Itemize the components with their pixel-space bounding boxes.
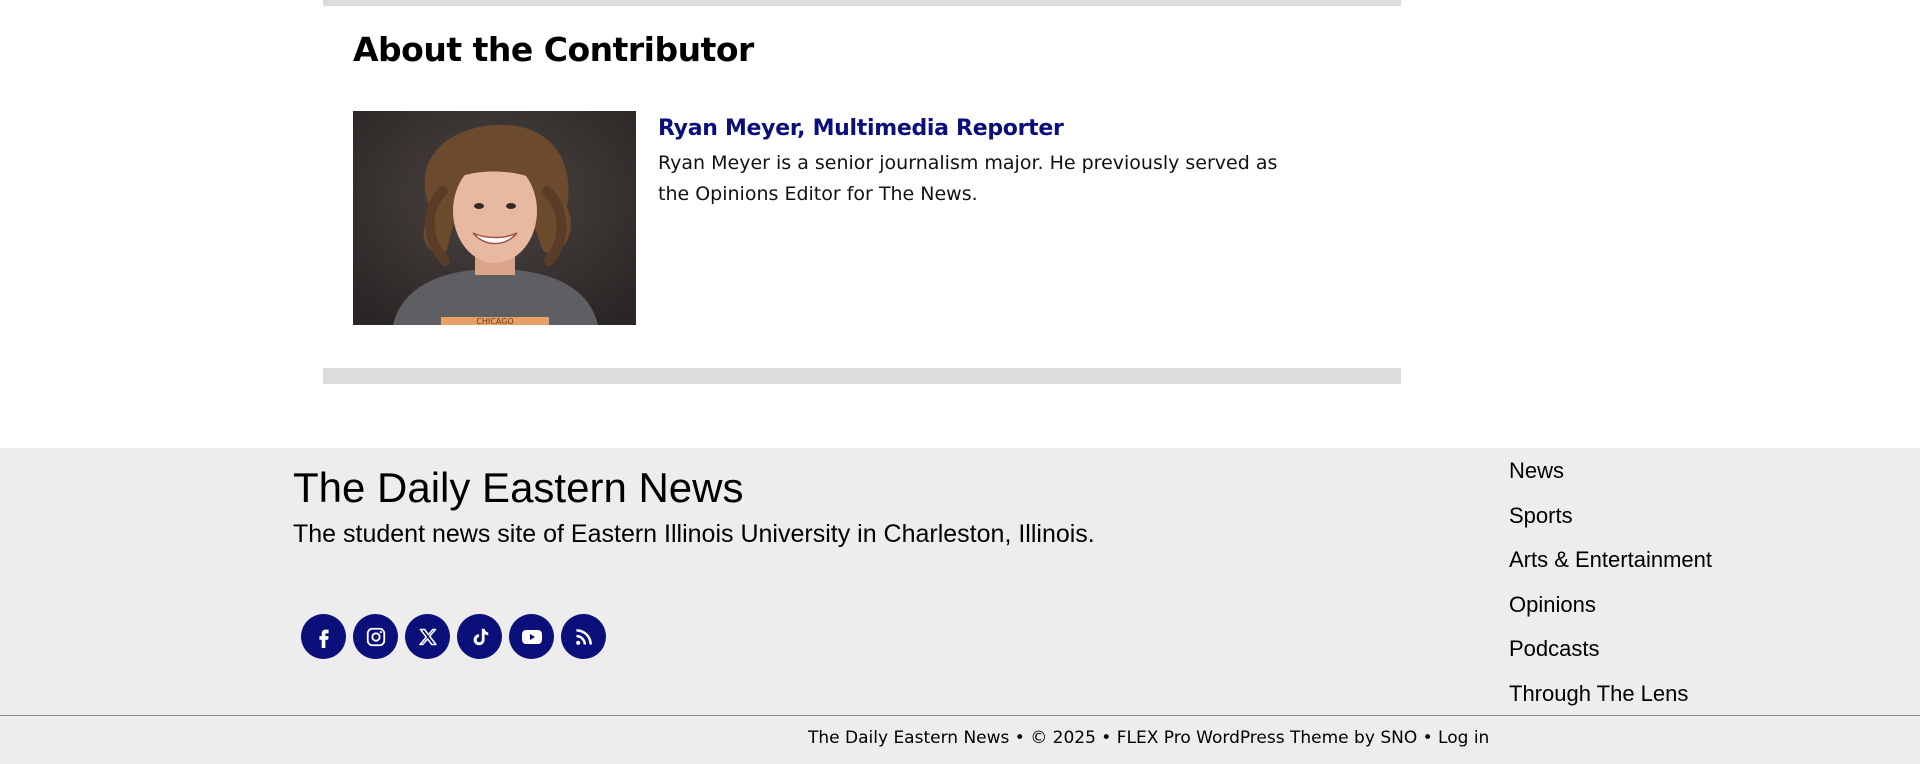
separator: • xyxy=(1417,728,1439,748)
footer-nav-through-the-lens[interactable]: Through The Lens xyxy=(1509,681,1688,707)
copyright-line: The Daily Eastern News • © 2025 • FLEX P… xyxy=(808,728,1489,748)
footer-nav-podcasts[interactable]: Podcasts xyxy=(1509,636,1600,662)
footer-tagline: The student news site of Eastern Illinoi… xyxy=(293,520,1095,548)
footer-nav-sports[interactable]: Sports xyxy=(1509,503,1573,529)
login-link[interactable]: Log in xyxy=(1438,728,1489,748)
sno-link[interactable]: SNO xyxy=(1380,728,1417,748)
footer-divider xyxy=(0,715,1920,716)
rss-icon[interactable] xyxy=(561,614,606,659)
footer-nav: News Sports Arts & Entertainment Opinion… xyxy=(1509,458,1712,725)
footer-site-name[interactable]: The Daily Eastern News xyxy=(293,464,744,512)
section-bottom-divider xyxy=(323,368,1401,384)
footer-nav-opinions[interactable]: Opinions xyxy=(1509,592,1596,618)
instagram-icon[interactable] xyxy=(353,614,398,659)
social-links xyxy=(301,614,606,659)
by-text: by xyxy=(1348,728,1381,748)
youtube-icon[interactable] xyxy=(509,614,554,659)
copyright-site-link[interactable]: The Daily Eastern News xyxy=(808,728,1009,748)
footer-nav-arts-entertainment[interactable]: Arts & Entertainment xyxy=(1509,547,1712,573)
contributor-photo[interactable]: CHICAGO xyxy=(353,111,636,325)
separator: • xyxy=(1095,728,1117,748)
section-top-divider xyxy=(323,0,1401,6)
separator: • xyxy=(1009,728,1031,748)
x-icon[interactable] xyxy=(405,614,450,659)
svg-text:CHICAGO: CHICAGO xyxy=(476,317,513,325)
contributor-bio: Ryan Meyer is a senior journalism major.… xyxy=(658,152,1278,205)
facebook-icon[interactable] xyxy=(301,614,346,659)
section-title: About the Contributor xyxy=(353,30,754,69)
footer-nav-news[interactable]: News xyxy=(1509,458,1564,484)
copyright-year: © 2025 xyxy=(1030,728,1096,748)
contributor-name-link[interactable]: Ryan Meyer, Multimedia Reporter xyxy=(658,116,1064,141)
site-footer: The Daily Eastern News The student news … xyxy=(0,448,1920,764)
theme-link[interactable]: FLEX Pro WordPress Theme xyxy=(1117,728,1349,748)
tiktok-icon[interactable] xyxy=(457,614,502,659)
